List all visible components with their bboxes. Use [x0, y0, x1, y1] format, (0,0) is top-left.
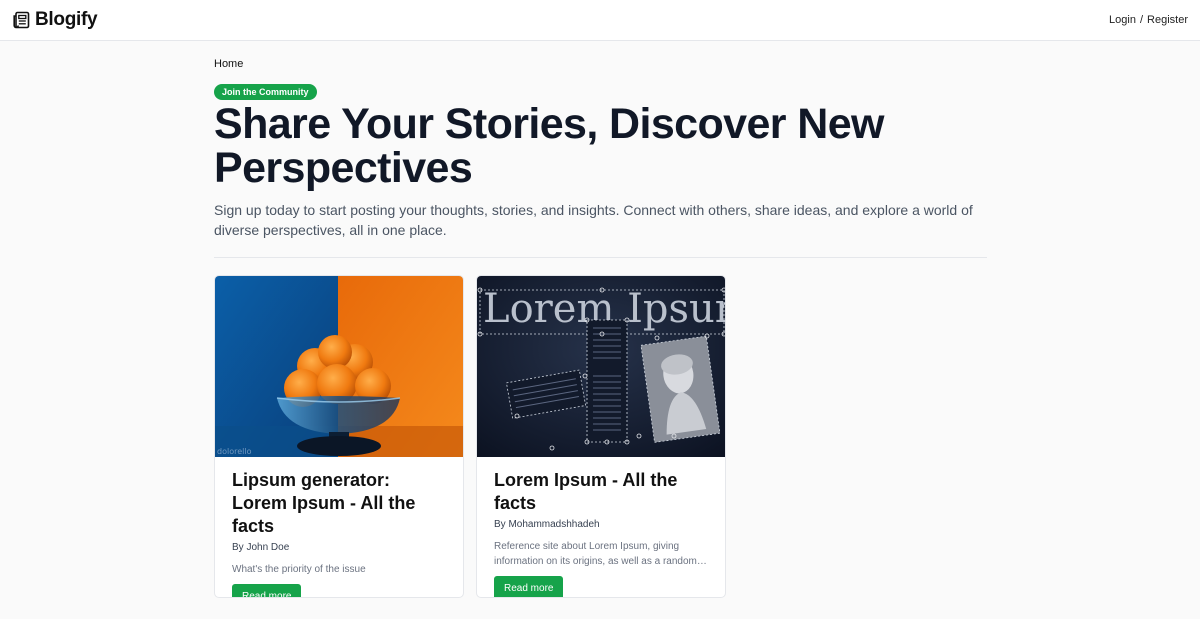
read-more-button[interactable]: Read more	[232, 584, 302, 597]
post-excerpt: Reference site about Lorem Ipsum, giving…	[494, 541, 697, 567]
main-content: Home Join the Community Share Your Stori…	[214, 41, 987, 598]
hero-title: Share Your Stories, Discover New Perspec…	[214, 100, 884, 192]
section-divider	[214, 257, 987, 258]
post-author: By Mohammadshhadeh	[494, 519, 600, 530]
post-image-lorem-ipsum[interactable]: Lorem Ipsum	[477, 276, 725, 457]
post-title[interactable]: Lorem Ipsum - All the facts	[494, 469, 708, 515]
breadcrumb: Home	[214, 58, 987, 72]
breadcrumb-home[interactable]: Home	[214, 58, 243, 70]
post-image-oranges[interactable]: dolorello	[215, 276, 463, 457]
post-excerpt: What's the priority of the issue	[232, 564, 366, 575]
register-link[interactable]: Register	[1147, 14, 1188, 26]
top-navbar: Blogify Login / Register	[0, 0, 1200, 41]
newspaper-icon	[12, 11, 30, 29]
post-card-body: Lorem Ipsum - All the facts By Mohammads…	[477, 457, 725, 597]
read-more-button[interactable]: Read more	[494, 576, 564, 597]
post-title[interactable]: Lipsum generator: Lorem Ipsum - All the …	[232, 469, 446, 538]
hero-subtitle: Sign up today to start posting your thou…	[214, 202, 973, 238]
post-card: Lorem Ipsum Lorem Ipsum - All the facts …	[476, 275, 726, 598]
post-card-body: Lipsum generator: Lorem Ipsum - All the …	[215, 457, 463, 597]
auth-separator: /	[1139, 14, 1144, 26]
auth-links: Login / Register	[1109, 14, 1188, 26]
brand-name: Blogify	[35, 9, 98, 30]
brand-logo-link[interactable]: Blogify	[12, 9, 98, 31]
join-community-badge: Join the Community	[214, 84, 317, 100]
image-watermark: dolorello	[217, 447, 252, 456]
post-card: dolorello Lipsum generator: Lorem Ipsum …	[214, 275, 464, 598]
post-card-list: dolorello Lipsum generator: Lorem Ipsum …	[214, 275, 987, 598]
post-author: By John Doe	[232, 542, 290, 553]
login-link[interactable]: Login	[1109, 14, 1136, 26]
